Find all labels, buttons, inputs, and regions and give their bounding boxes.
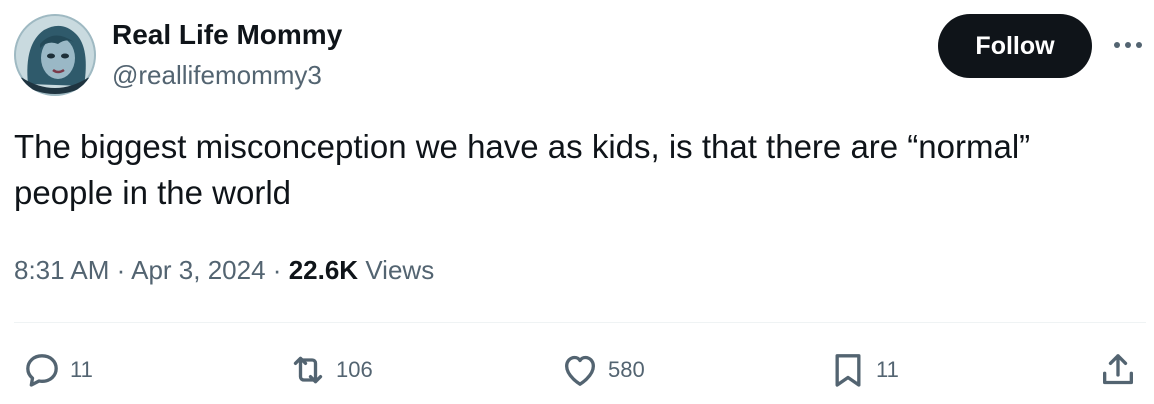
avatar-image	[14, 14, 96, 96]
reply-count: 11	[70, 357, 93, 382]
reply-button[interactable]: 11	[22, 350, 93, 390]
follow-button[interactable]: Follow	[938, 14, 1092, 78]
bookmark-icon	[835, 354, 861, 387]
tweet-meta: 8:31 AM · Apr 3, 2024 · 22.6K Views	[14, 252, 434, 288]
repost-count: 106	[336, 357, 373, 382]
views-label: Views	[365, 255, 435, 285]
heart-icon	[565, 355, 595, 386]
tweet-date[interactable]: Apr 3, 2024	[131, 255, 265, 285]
share-button[interactable]	[1098, 350, 1138, 390]
reply-bubble-icon	[26, 354, 58, 387]
more-options-button[interactable]	[1110, 30, 1146, 60]
like-button[interactable]: 580	[560, 350, 645, 390]
meta-separator: ·	[116, 255, 126, 285]
views-count: 22.6K	[288, 255, 359, 285]
more-dots-icon	[1114, 42, 1142, 48]
repost-arrows-icon	[293, 356, 323, 384]
repost-button[interactable]: 106	[288, 350, 373, 390]
share-upload-icon	[1103, 354, 1133, 385]
divider	[14, 322, 1146, 323]
bookmark-button[interactable]: 11	[828, 350, 899, 390]
author-handle[interactable]: @reallifemommy3	[112, 58, 322, 92]
like-count: 580	[608, 357, 645, 382]
avatar[interactable]	[14, 14, 96, 96]
meta-separator: ·	[272, 255, 282, 285]
tweet-time[interactable]: 8:31 AM	[14, 255, 109, 285]
tweet-text: The biggest misconception we have as kid…	[14, 128, 1031, 211]
bookmark-count: 11	[876, 357, 899, 382]
author-display-name[interactable]: Real Life Mommy	[112, 18, 342, 52]
